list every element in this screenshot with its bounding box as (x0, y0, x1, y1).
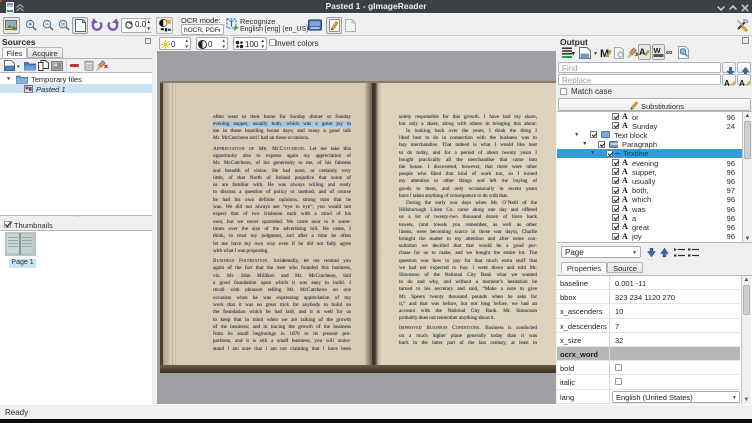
svg-text:A: A (724, 79, 730, 88)
svg-text:W: W (654, 46, 662, 55)
svg-text:T: T (229, 20, 234, 29)
svg-text:A: A (639, 47, 646, 57)
svg-text:A: A (739, 79, 745, 88)
